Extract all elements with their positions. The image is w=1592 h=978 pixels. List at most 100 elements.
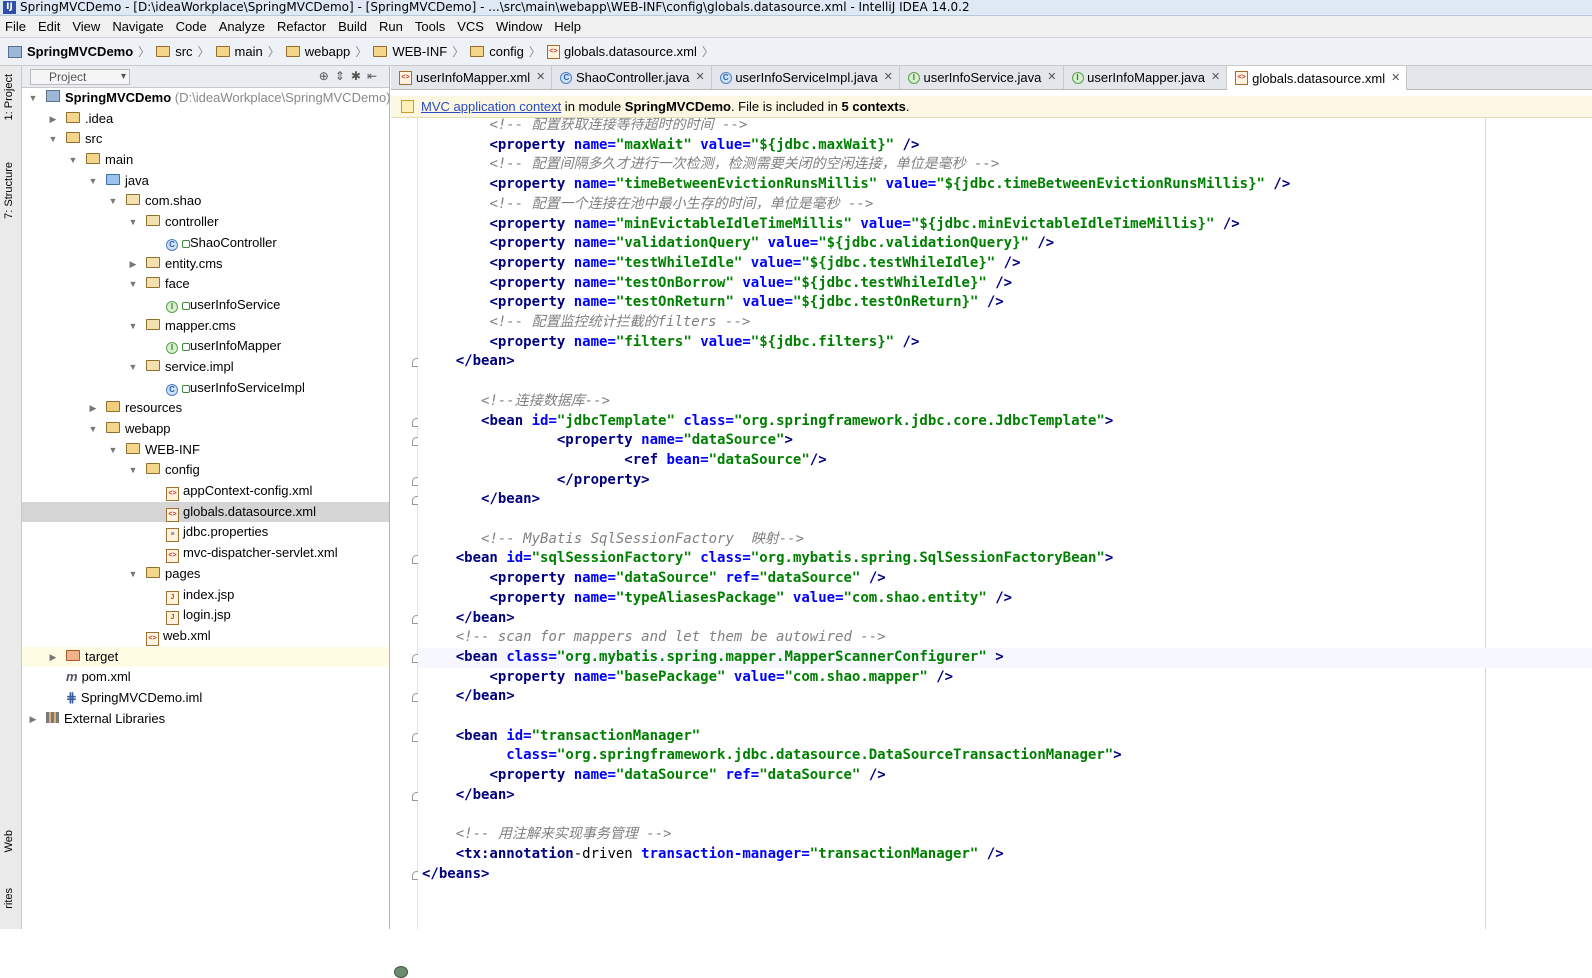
tree-item-mvc-dispatcher-servlet-xml[interactable]: <> mvc-dispatcher-servlet.xml [22,543,389,564]
chevron-down-icon[interactable]: ▼ [108,440,118,461]
side-tab-favorites[interactable]: rites [3,888,19,909]
code-line[interactable]: </bean> [422,352,515,372]
tree-item-web-xml[interactable]: <> web.xml [22,626,389,647]
chevron-down-icon[interactable]: ▼ [48,129,58,150]
code-line[interactable]: <property name="testOnReturn" value="${j… [422,293,1003,313]
tree-item-pom-xml[interactable]: m pom.xml [22,667,389,688]
chevron-down-icon[interactable]: ▼ [88,171,98,192]
breadcrumb-web-inf[interactable]: WEB-INF 〉 [373,43,464,60]
breadcrumb-project[interactable]: SpringMVCDemo 〉 [8,43,150,60]
code-line[interactable]: </bean> [422,687,515,707]
chevron-right-icon[interactable]: ▶ [88,398,98,419]
collapse-all-icon[interactable]: ⇕ [335,69,351,83]
gear-icon[interactable]: ✱ [351,69,367,83]
close-icon[interactable]: ✕ [1211,66,1220,89]
code-line[interactable]: <property name="typeAliasesPackage" valu… [422,589,1012,609]
tab-globals-datasource-xml[interactable]: <> globals.datasource.xml ✕ [1227,66,1408,90]
code-line[interactable]: <bean id="jdbcTemplate" class="org.sprin… [422,412,1113,432]
code-line[interactable]: </beans> [422,865,489,885]
code-line[interactable]: <property name="dataSource" ref="dataSou… [422,766,885,786]
scroll-from-source-icon[interactable]: ⊕ [319,69,335,83]
code-line[interactable]: <property name="minEvictableIdleTimeMill… [422,215,1239,235]
code-line[interactable]: <property name="basePackage" value="com.… [422,668,953,688]
tree-item-idea[interactable]: ▶ .idea [22,109,389,130]
menu-analyze[interactable]: Analyze [214,16,272,38]
breadcrumb-file[interactable]: <> globals.datasource.xml 〉 [546,43,714,60]
chevron-down-icon[interactable]: ▼ [128,212,138,233]
code-line[interactable]: <ref bean="dataSource"/> [422,451,826,471]
tree-item-userinfomapper[interactable]: IuserInfoMapper [22,336,389,357]
menu-tools[interactable]: Tools [410,16,452,38]
code-line[interactable]: </property> [422,471,650,491]
tree-item-globals-datasource-xml[interactable]: <> globals.datasource.xml [22,501,389,523]
tab-userinfoserviceimpl-java[interactable]: C userInfoServiceImpl.java ✕ [712,66,900,89]
hide-panel-icon[interactable]: ⇤ [367,69,383,83]
tree-item-service-impl[interactable]: ▼ service.impl [22,357,389,378]
code-line[interactable]: </bean> [422,490,540,510]
chevron-down-icon[interactable]: ▼ [68,150,78,171]
tree-item-jdbc-properties[interactable]: ≡ jdbc.properties [22,522,389,543]
tree-item-external-libraries[interactable]: ▶ External Libraries [22,709,389,730]
breadcrumb-main[interactable]: main 〉 [215,43,280,60]
tree-item-resources[interactable]: ▶ resources [22,398,389,419]
code-line[interactable]: <property name="testOnBorrow" value="${j… [422,274,1012,294]
menu-help[interactable]: Help [549,16,588,38]
code-line[interactable]: <property name="validationQuery" value="… [422,234,1054,254]
code-line[interactable]: </bean> [422,786,515,806]
tree-item-shaocontroller[interactable]: C ShaoController [22,233,389,254]
tree-item-userinfoservice[interactable]: IuserInfoService [22,295,389,316]
tree-item-src[interactable]: ▼ src [22,129,389,150]
chevron-right-icon[interactable]: ▶ [28,709,38,730]
breadcrumb-webapp[interactable]: webapp 〉 [285,43,367,60]
code-line[interactable]: <!--连接数据库--> [422,392,610,412]
close-icon[interactable]: ✕ [695,66,704,89]
code-line[interactable]: <bean class="org.mybatis.spring.mapper.M… [418,647,1592,668]
chevron-down-icon[interactable]: ▼ [108,191,118,212]
code-line[interactable]: <bean id="sqlSessionFactory" class="org.… [422,549,1114,569]
menu-code[interactable]: Code [171,16,214,38]
menu-build[interactable]: Build [333,16,374,38]
tab-shaocontroller-java[interactable]: C ShaoController.java ✕ [552,66,712,89]
chevron-down-icon[interactable]: ▼ [128,460,138,481]
project-view-selector[interactable]: Project [30,68,130,85]
code-line[interactable]: <property name="dataSource"> [422,431,793,451]
chevron-down-icon[interactable]: ▼ [88,419,98,440]
close-icon[interactable]: ✕ [884,66,893,89]
chevron-right-icon[interactable]: ▶ [48,647,58,668]
chevron-down-icon[interactable]: ▼ [128,316,138,337]
tab-userinfomapper-java[interactable]: I userInfoMapper.java ✕ [1064,66,1228,89]
code-line[interactable]: <property name="filters" value="${jdbc.f… [422,333,919,353]
code-line[interactable]: <property name="dataSource" ref="dataSou… [422,569,885,589]
tree-item-index-jsp[interactable]: Jindex.jsp [22,585,389,606]
tree-item-config[interactable]: ▼ config [22,460,389,481]
code-line[interactable]: <property name="testWhileIdle" value="${… [422,254,1020,274]
transaction-gutter-icon[interactable] [394,966,408,978]
chevron-down-icon[interactable]: ▼ [28,88,38,109]
menu-vcs[interactable]: VCS [452,16,491,38]
code-editor[interactable]: <!-- 配置获取连接等待超时的时间 --> <property name="m… [418,118,1592,929]
tree-item-userinfoserviceimpl[interactable]: CuserInfoServiceImpl [22,378,389,399]
chevron-down-icon[interactable]: ▼ [128,357,138,378]
editor-gutter[interactable] [391,118,421,978]
code-line[interactable]: <!-- 配置获取连接等待超时的时间 --> [422,118,747,136]
tree-item-mapper-cms[interactable]: ▼ mapper.cms [22,316,389,337]
breadcrumb-src[interactable]: src 〉 [156,43,210,60]
code-line[interactable]: <!-- 配置监控统计拦截的filters --> [422,313,750,333]
code-line[interactable]: <!-- 配置一个连接在池中最小生存的时间，单位是毫秒 --> [422,195,873,215]
tree-item-web-inf[interactable]: ▼ WEB-INF [22,440,389,461]
close-icon[interactable]: ✕ [1391,67,1400,90]
tree-item-entity-cms[interactable]: ▶ entity.cms [22,254,389,275]
menu-edit[interactable]: Edit [33,16,67,38]
side-tab-web[interactable]: Web [3,830,19,852]
tree-item-appcontext-config-xml[interactable]: <> appContext-config.xml [22,481,389,502]
chevron-right-icon[interactable]: ▶ [128,254,138,275]
tree-item-webapp[interactable]: ▼ webapp [22,419,389,440]
tree-item-springmvcdemo-iml[interactable]: ⋕ SpringMVCDemo.iml [22,688,389,709]
tree-item-springmvcdemo[interactable]: ▼ SpringMVCDemo (D:\ideaWorkplace\SpringM… [22,88,391,109]
tree-item-controller[interactable]: ▼ controller [22,212,389,233]
menu-run[interactable]: Run [374,16,410,38]
code-line[interactable]: <tx:annotation-driven transaction-manage… [422,845,1004,865]
menu-file[interactable]: File [0,16,33,38]
tree-item-pages[interactable]: ▼ pages [22,564,389,585]
tree-item-com-shao[interactable]: ▼ com.shao [22,191,389,212]
